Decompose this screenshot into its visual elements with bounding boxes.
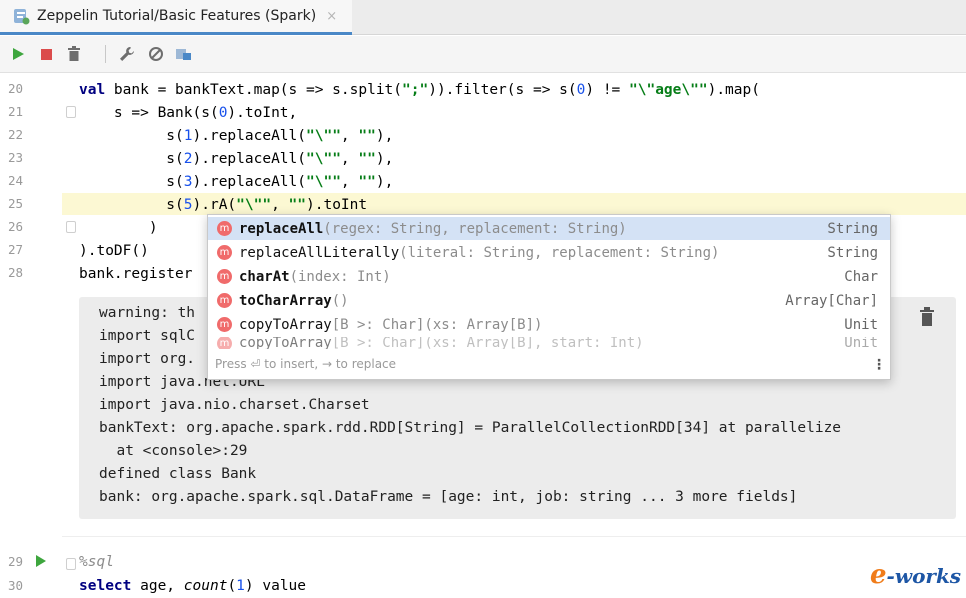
output-line: import sqlC [99,328,196,344]
method-icon: m [217,317,232,332]
output-line: import org. [99,351,196,367]
code-line[interactable]: %sql [79,550,114,574]
method-icon: m [217,245,232,260]
completion-item[interactable]: m charAt (index: Int) Char [208,265,890,288]
link-icon[interactable] [146,44,166,64]
code-line[interactable]: val bank = bankText.map(s => s.split(";"… [79,78,760,102]
show-icon[interactable] [174,44,194,64]
completion-hint: Press ⏎ to insert, → to replace [215,357,397,371]
completion-item[interactable]: m copyToArray [B >: Char](xs: Array[B], s… [208,337,890,349]
output-line: import java.nio.charset.Charset [99,397,370,413]
code-completion-popup: m replaceAll (regex: String, replacement:… [207,214,891,380]
line-number: 26 [8,219,24,234]
paragraph-divider [62,536,966,537]
settings-icon[interactable] [117,44,137,64]
line-number: 29 [8,554,24,569]
code-line[interactable]: ) [79,216,158,240]
fold-marker-icon[interactable] [66,221,76,233]
line-number: 27 [8,242,24,257]
tab-close-icon[interactable]: × [326,9,337,24]
output-line: bank: org.apache.spark.sql.DataFrame = [… [99,489,798,505]
tab-title: Zeppelin Tutorial/Basic Features (Spark) [37,8,317,24]
method-icon: m [217,269,232,284]
line-number: 22 [8,127,24,142]
zeppelin-notebook-icon [14,9,30,25]
eworks-watermark: e-works [870,560,962,590]
output-line: bankText: org.apache.spark.rdd.RDD[Strin… [99,420,842,436]
toolbar-separator [105,45,106,63]
line-number: 21 [8,104,24,119]
editor-toolbar [0,36,966,73]
method-icon: m [217,337,232,349]
fold-marker-icon[interactable] [66,106,76,118]
line-number: 23 [8,150,24,165]
method-icon: m [217,221,232,236]
trash-icon[interactable] [919,307,935,327]
method-icon: m [217,293,232,308]
code-line[interactable]: ).toDF() [79,239,149,263]
more-options-icon[interactable]: ⋮ [872,357,886,373]
tab-bar: Zeppelin Tutorial/Basic Features (Spark)… [0,0,966,35]
output-line: defined class Bank [99,466,257,482]
run-paragraph-icon[interactable] [34,554,48,568]
notebook-tab[interactable]: Zeppelin Tutorial/Basic Features (Spark)… [0,0,352,35]
stop-icon[interactable] [36,44,56,64]
line-number: 24 [8,173,24,188]
completion-item[interactable]: m replaceAll (regex: String, replacement:… [208,217,890,240]
output-line: at <console>:29 [99,443,248,459]
run-icon[interactable] [8,44,28,64]
output-line: warning: th [99,305,196,321]
completion-item[interactable]: m toCharArray() Array[Char] [208,289,890,312]
line-number: 28 [8,265,24,280]
code-line[interactable]: s(2).replaceAll("\"", ""), [79,147,393,171]
completion-item[interactable]: m copyToArray [B >: Char](xs: Array[B]) U… [208,313,890,336]
code-line[interactable]: bank.register [79,262,193,286]
code-line[interactable]: s(1).replaceAll("\"", ""), [79,124,393,148]
line-number: 30 [8,578,24,593]
code-line[interactable]: s => Bank(s(0).toInt, [79,101,297,125]
code-line[interactable]: select age, count(1) value [79,574,306,598]
code-line[interactable]: s(3).replaceAll("\"", ""), [79,170,393,194]
clear-icon[interactable] [64,44,84,64]
line-number: 20 [8,81,24,96]
fold-marker-icon[interactable] [66,558,76,570]
line-number: 25 [8,196,24,211]
completion-item[interactable]: m replaceAll Literally (literal: String, r… [208,241,890,264]
